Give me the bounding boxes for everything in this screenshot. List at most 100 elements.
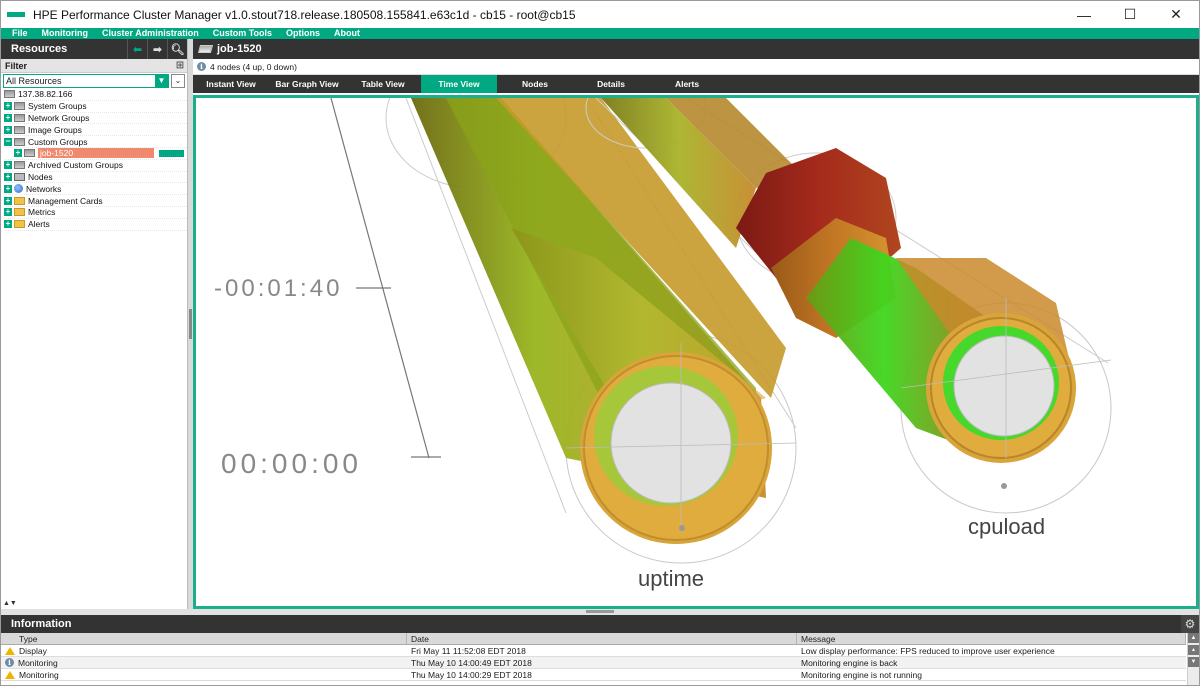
tree-item-label: Network Groups [28, 112, 90, 123]
minimize-button[interactable]: — [1061, 1, 1107, 28]
tree-item-label: Nodes [28, 171, 53, 182]
tab-nodes[interactable]: Nodes [497, 75, 573, 93]
folder-icon [14, 220, 25, 229]
tree-item-management-cards[interactable]: + Management Cards [4, 195, 187, 207]
row-date: Thu May 10 14:00:29 EDT 2018 [411, 669, 532, 680]
column-header-date[interactable]: Date [407, 633, 797, 644]
window-controls: — ☐ ✕ [1061, 1, 1199, 28]
row-message: Low display performance: FPS reduced to … [801, 645, 1055, 656]
menu-about[interactable]: About [334, 28, 360, 39]
job-icon [24, 149, 35, 158]
tab-time-view[interactable]: Time View [421, 75, 497, 93]
resource-filter-row: All Resources ▼ ⌄ [1, 73, 187, 89]
expand-icon[interactable]: + [4, 184, 12, 193]
row-date: Fri May 11 11:52:08 EDT 2018 [411, 645, 526, 656]
table-row[interactable]: Display Fri May 11 11:52:08 EDT 2018 Low… [1, 645, 1186, 657]
time-view-3d-canvas[interactable]: -00:01:40 00:00:00 uptime cpuload [193, 95, 1199, 609]
menu-custom-tools[interactable]: Custom Tools [213, 28, 272, 39]
resources-title: Resources [11, 43, 68, 55]
network-globe-icon [14, 184, 23, 194]
menu-bar: File Monitoring Cluster Administration C… [1, 28, 1199, 39]
information-scrollbar[interactable]: ▲ ▴ ▼ [1187, 633, 1199, 685]
table-row[interactable]: i Monitoring Thu May 10 14:00:49 EDT 2018… [1, 657, 1186, 669]
nodes-icon [14, 172, 25, 181]
information-header: Information ⚙ [1, 615, 1199, 633]
menu-options[interactable]: Options [286, 28, 320, 39]
tree-item-label: Alerts [28, 219, 50, 230]
resource-select[interactable]: All Resources ▼ [3, 74, 169, 88]
tree-item-host[interactable]: 137.38.82.166 [4, 89, 187, 101]
row-date: Thu May 10 14:00:49 EDT 2018 [411, 657, 532, 668]
resources-header: Resources ⬅ ➡ 🔍︎ [1, 39, 187, 59]
information-panel: Information ⚙ Type Date Message Display … [1, 615, 1199, 685]
resource-tree: 137.38.82.166 + System Groups + Network … [1, 89, 187, 231]
title-bar: HPE Performance Cluster Manager v1.0.sto… [1, 1, 1199, 28]
tree-item-custom-groups[interactable]: − Custom Groups [4, 136, 187, 148]
scroll-down-icon[interactable]: ▼ [1188, 657, 1199, 667]
filter-row: Filter ⊞ [1, 59, 187, 73]
tree-item-archived-custom-groups[interactable]: + Archived Custom Groups [4, 160, 187, 172]
maximize-button[interactable]: ☐ [1107, 1, 1153, 28]
expand-icon[interactable]: + [4, 161, 12, 170]
collapse-all-icon[interactable]: ⌄ [171, 74, 185, 88]
app-window: HPE Performance Cluster Manager v1.0.sto… [0, 0, 1200, 686]
scroll-top-icon[interactable]: ▲ [1188, 633, 1199, 643]
job-panel: job-1520 i 4 nodes (4 up, 0 down) Instan… [193, 39, 1199, 609]
tab-table-view[interactable]: Table View [345, 75, 421, 93]
tree-item-metrics[interactable]: + Metrics [4, 207, 187, 219]
back-arrow-icon[interactable]: ⬅ [127, 39, 147, 59]
info-icon: i [197, 62, 206, 71]
column-header-type[interactable]: Type [1, 633, 407, 644]
tree-item-label: Image Groups [28, 124, 82, 135]
scroll-up-icon[interactable]: ▴ [1188, 645, 1199, 655]
splitter-grip-icon[interactable] [586, 610, 614, 613]
gear-icon[interactable]: ⚙ [1181, 615, 1199, 633]
expand-icon[interactable]: + [4, 125, 12, 134]
search-icon[interactable]: 🔍︎ [167, 39, 187, 59]
collapse-icon[interactable]: − [4, 136, 12, 146]
tree-item-job-1520[interactable]: + job-1520 [4, 148, 187, 160]
window-title: HPE Performance Cluster Manager v1.0.sto… [33, 7, 576, 22]
tab-alerts[interactable]: Alerts [649, 75, 725, 93]
tab-instant-view[interactable]: Instant View [193, 75, 269, 93]
menu-file[interactable]: File [12, 28, 28, 39]
tree-item-networks[interactable]: + Networks [4, 183, 187, 196]
custom-group-icon [14, 137, 25, 146]
expand-icon[interactable]: + [4, 172, 12, 181]
tree-item-network-groups[interactable]: + Network Groups [4, 113, 187, 125]
splitter-grip-icon[interactable] [189, 309, 192, 339]
forward-arrow-icon[interactable]: ➡ [147, 39, 167, 59]
panel-resize-arrows-icon[interactable]: ▲▼ [3, 600, 17, 607]
tree-item-nodes[interactable]: + Nodes [4, 172, 187, 184]
tab-details[interactable]: Details [573, 75, 649, 93]
column-header-message[interactable]: Message [797, 633, 1186, 644]
tree-item-label: Custom Groups [28, 136, 88, 147]
time-view-scene[interactable]: -00:01:40 00:00:00 uptime cpuload [196, 98, 1196, 606]
expand-icon[interactable]: + [4, 208, 12, 217]
tree-item-alerts[interactable]: + Alerts [4, 219, 187, 231]
expand-icon[interactable]: + [14, 149, 22, 158]
tree-item-image-groups[interactable]: + Image Groups [4, 124, 187, 137]
close-button[interactable]: ✕ [1153, 1, 1199, 28]
information-title: Information [11, 618, 72, 630]
chevron-down-icon[interactable]: ▼ [155, 75, 168, 87]
menu-monitoring[interactable]: Monitoring [42, 28, 89, 39]
menu-cluster-administration[interactable]: Cluster Administration [102, 28, 199, 39]
expand-icon[interactable]: + [4, 220, 12, 229]
filter-expand-icon[interactable]: ⊞ [173, 60, 187, 71]
information-table-header: Type Date Message [1, 633, 1186, 645]
view-tabs: Instant View Bar Graph View Table View T… [193, 75, 1199, 93]
table-row[interactable]: Monitoring Thu May 10 14:00:29 EDT 2018 … [1, 669, 1186, 681]
expand-icon[interactable]: + [4, 196, 12, 205]
expand-icon[interactable]: + [4, 102, 12, 111]
tree-item-label: Metrics [28, 207, 56, 218]
job-title: job-1520 [217, 43, 262, 55]
image-group-icon [14, 125, 25, 134]
tab-bar-graph-view[interactable]: Bar Graph View [269, 75, 345, 93]
expand-icon[interactable]: + [4, 113, 12, 122]
filter-label: Filter [5, 60, 28, 71]
tree-item-system-groups[interactable]: + System Groups [4, 101, 187, 113]
row-type: Monitoring [19, 669, 59, 680]
server-icon [4, 90, 15, 99]
status-badge [159, 149, 184, 157]
